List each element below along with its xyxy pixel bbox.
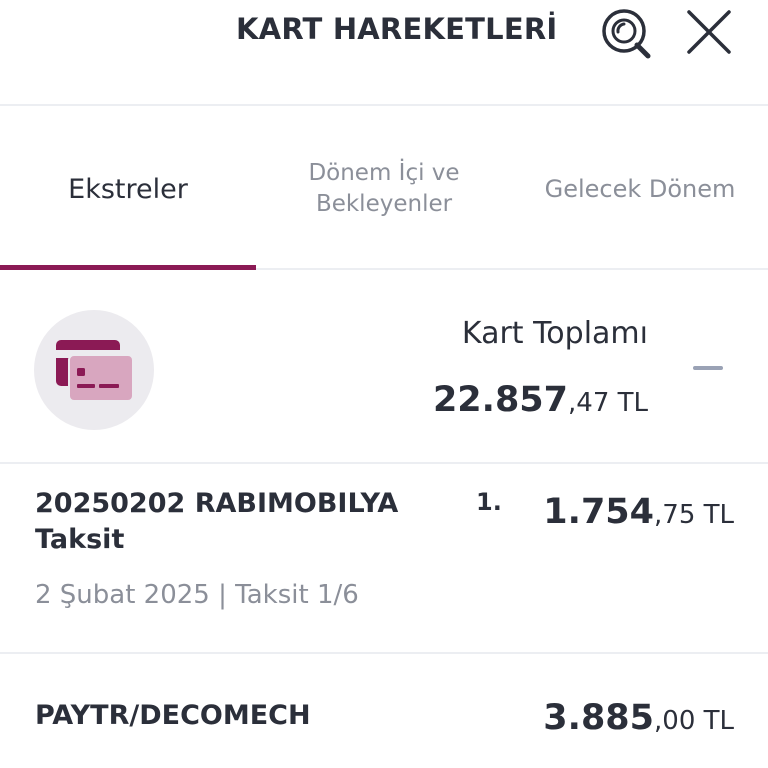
app-header: KART HAREKETLERİ (0, 0, 768, 106)
amount-decimal: ,00 TL (654, 706, 734, 736)
tab-donem-ici[interactable]: Dönem İçi ve Bekleyenler (256, 108, 512, 270)
tab-ekstreler[interactable]: Ekstreler (0, 108, 256, 270)
amount-integer: 1.754 (543, 492, 655, 532)
amount-integer: 3.885 (543, 698, 655, 738)
transaction-amount: 1.754,75 TL (543, 492, 734, 532)
amount-decimal: ,47 TL (568, 388, 648, 418)
collapse-button[interactable] (693, 366, 723, 370)
transaction-details: 2 Şubat 2025 | Taksit 1/6 (35, 580, 359, 610)
search-button[interactable] (598, 6, 652, 60)
transaction-row[interactable]: 20250202 RABIMOBILYA Taksit 1. 1.754,75 … (0, 466, 768, 654)
transaction-row[interactable]: PAYTR/DECOMECH 3.885,00 TL (0, 656, 768, 768)
card-total-label: Kart Toplamı (461, 316, 648, 351)
tab-label: Gelecek Dönem (544, 174, 736, 203)
credit-card-icon (56, 340, 134, 402)
page-title: KART HAREKETLERİ (236, 12, 558, 46)
card-total-amount: 22.857,47 TL (433, 380, 648, 420)
close-button[interactable] (682, 6, 736, 60)
amount-decimal: ,75 TL (654, 500, 734, 530)
close-icon (687, 10, 731, 54)
transaction-name: PAYTR/DECOMECH (35, 700, 311, 731)
amount-integer: 22.857 (432, 380, 569, 420)
tab-label: Ekstreler (68, 173, 188, 205)
transaction-amount: 3.885,00 TL (543, 698, 734, 738)
card-total-summary: Kart Toplamı 22.857,47 TL (0, 272, 768, 464)
card-avatar (34, 310, 154, 430)
active-tab-indicator (0, 265, 256, 270)
transaction-name: 20250202 RABIMOBILYA Taksit (35, 488, 399, 555)
tab-gelecek-donem[interactable]: Gelecek Dönem (512, 108, 768, 270)
tab-bar: Ekstreler Dönem İçi ve Bekleyenler Gelec… (0, 108, 768, 270)
tab-label: Dönem İçi ve Bekleyenler (308, 160, 460, 217)
search-icon (602, 9, 651, 59)
transaction-index: 1. (476, 488, 502, 516)
